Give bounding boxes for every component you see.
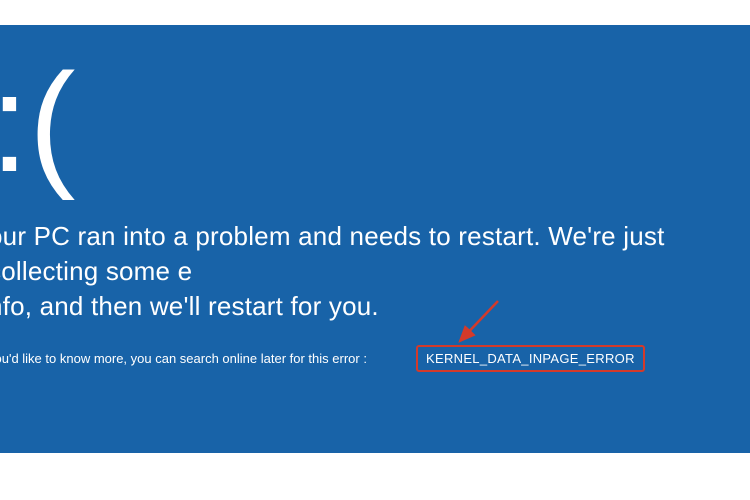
error-message: our PC ran into a problem and needs to r… [0,219,750,324]
sad-face-icon: :( [0,53,76,193]
error-detail-text: you'd like to know more, you can search … [0,351,367,366]
error-code-highlight: KERNEL_DATA_INPAGE_ERROR [416,345,645,372]
bsod-screen: :( our PC ran into a problem and needs t… [0,25,750,453]
